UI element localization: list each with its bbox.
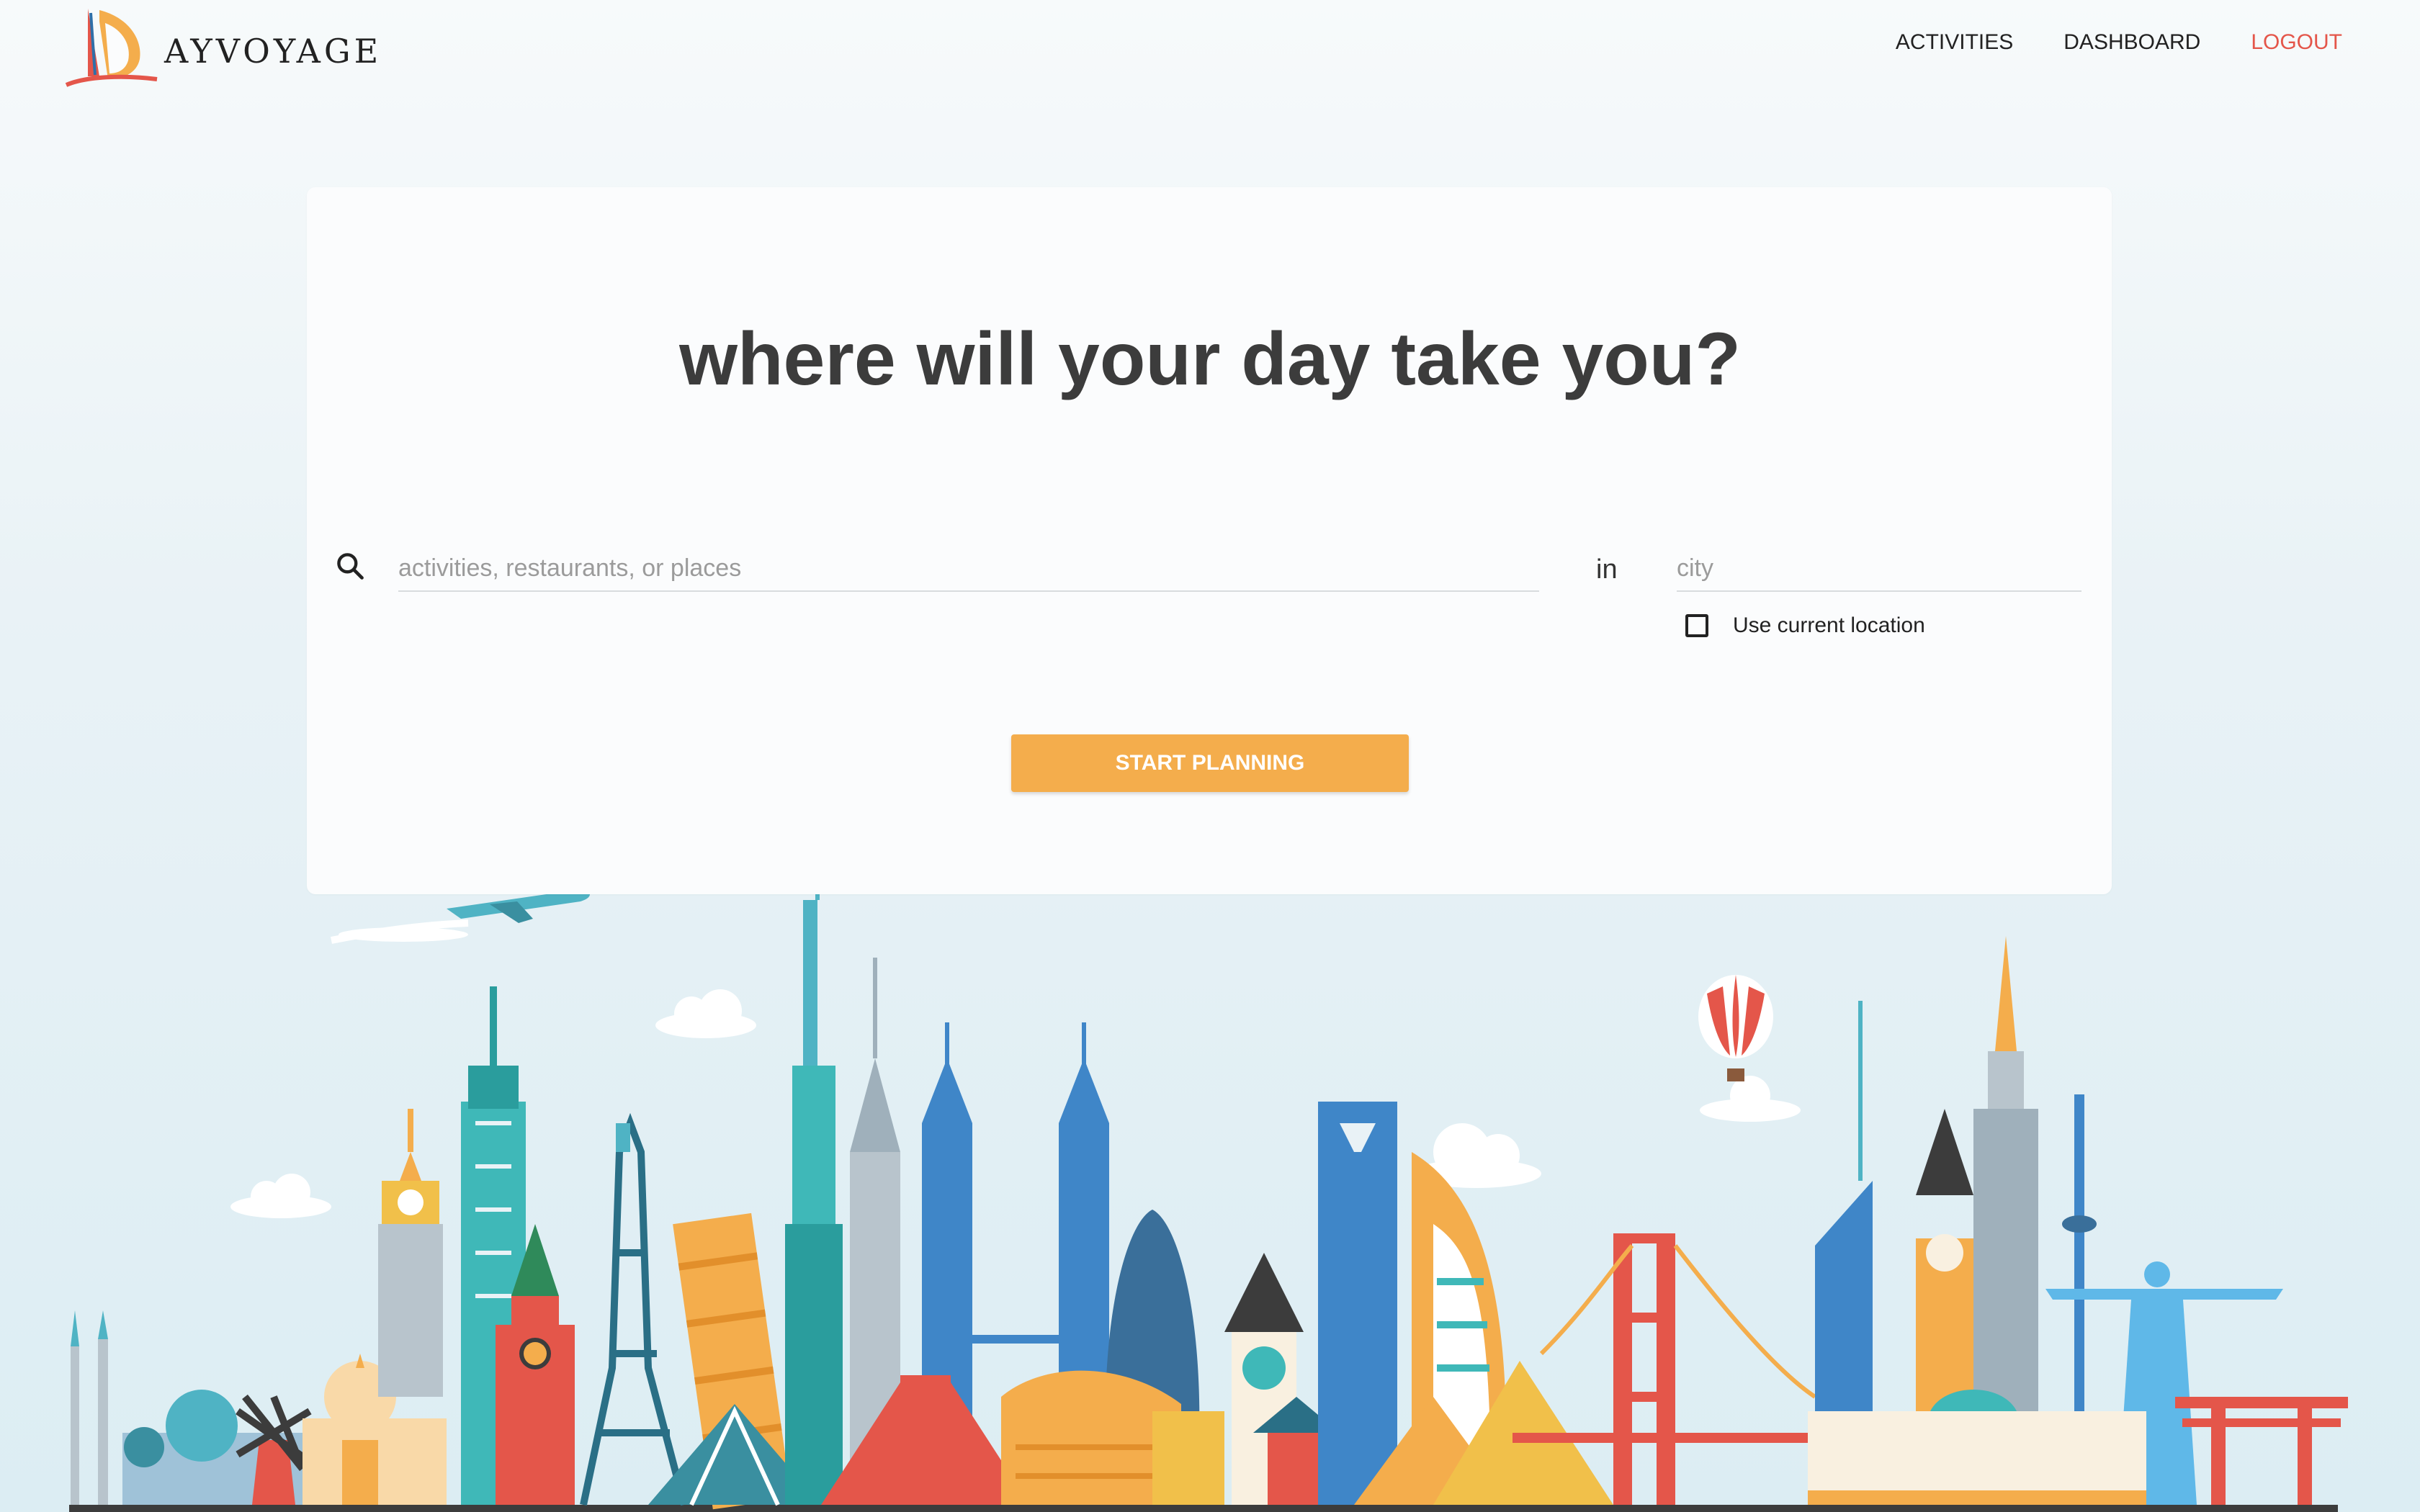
clock-tower-mecca [378,1109,443,1397]
use-location-checkbox[interactable] [1685,614,1708,637]
brand-logo[interactable]: AYVOYAGE [58,4,389,91]
use-current-location: Use current location [1685,613,1925,638]
hero-headline: where will your day take you? [679,318,1741,401]
hot-air-balloon [1698,975,1773,1081]
shanghai-world-financial-center [1318,1102,1397,1505]
start-planning-button[interactable]: START PLANNING [1011,734,1409,792]
torii-gate [2175,1397,2348,1505]
town-houses [1152,1411,1224,1505]
nav-activities[interactable]: ACTIVITIES [1896,30,2013,55]
sailboat-icon [65,9,158,87]
search-icon [337,553,364,580]
top-nav: ACTIVITIES DASHBOARD LOGOUT [1896,30,2342,55]
nav-logout[interactable]: LOGOUT [2251,30,2342,55]
header: AYVOYAGE ACTIVITIES DASHBOARD LOGOUT [0,0,2420,101]
activity-search-input[interactable] [398,546,1539,592]
search-row: in [0,533,2420,605]
nav-dashboard[interactable]: DASHBOARD [2063,30,2200,55]
city-input[interactable] [1677,546,2081,592]
in-connector-label: in [1596,554,1618,585]
brand-wordmark: AYVOYAGE [164,32,382,71]
use-location-label[interactable]: Use current location [1733,613,1925,638]
eiffel-tower [580,1112,688,1506]
